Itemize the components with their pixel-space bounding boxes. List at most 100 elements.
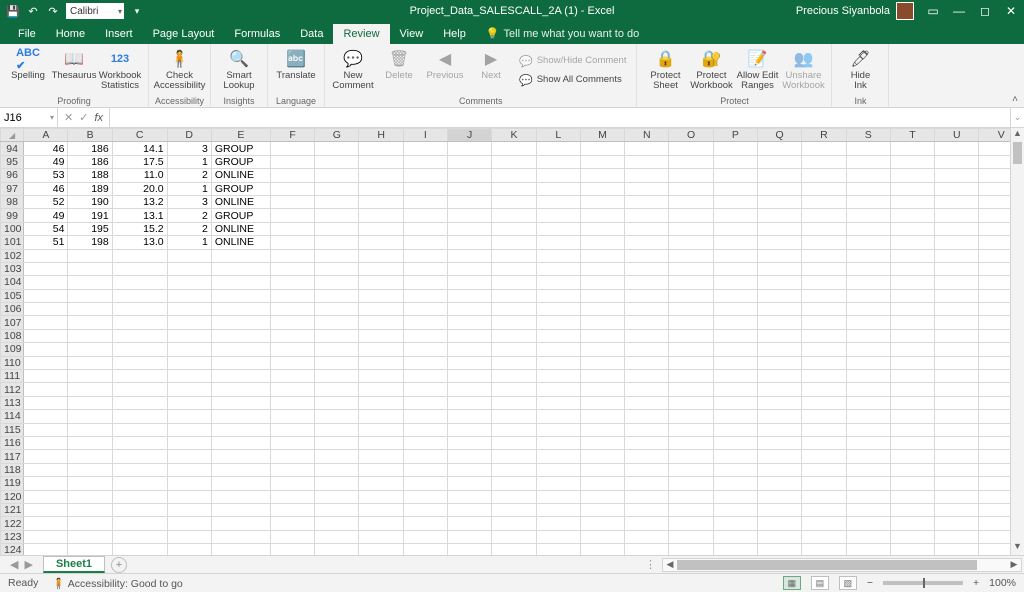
cell[interactable] bbox=[713, 396, 757, 409]
cell[interactable] bbox=[448, 303, 492, 316]
cell[interactable] bbox=[802, 155, 846, 168]
cell[interactable] bbox=[112, 410, 167, 423]
row-header[interactable]: 114 bbox=[1, 410, 24, 423]
cell[interactable] bbox=[580, 155, 624, 168]
cell[interactable] bbox=[68, 503, 112, 516]
cell[interactable] bbox=[802, 222, 846, 235]
cell[interactable] bbox=[713, 356, 757, 369]
cell[interactable]: ONLINE bbox=[211, 169, 270, 182]
cell[interactable]: 54 bbox=[24, 222, 68, 235]
cell[interactable] bbox=[890, 236, 934, 249]
cell[interactable] bbox=[68, 316, 112, 329]
cell[interactable] bbox=[403, 463, 447, 476]
cell[interactable] bbox=[713, 410, 757, 423]
cell[interactable]: 46 bbox=[24, 142, 68, 155]
cell[interactable] bbox=[713, 343, 757, 356]
cell[interactable] bbox=[580, 142, 624, 155]
cell[interactable]: 20.0 bbox=[112, 182, 167, 195]
cell[interactable] bbox=[211, 530, 270, 543]
cell[interactable] bbox=[536, 450, 580, 463]
tab-view[interactable]: View bbox=[390, 24, 434, 44]
cell[interactable] bbox=[846, 423, 890, 436]
cell[interactable] bbox=[24, 370, 68, 383]
cell[interactable] bbox=[24, 249, 68, 262]
cell[interactable] bbox=[403, 249, 447, 262]
cell[interactable] bbox=[713, 262, 757, 275]
cell[interactable] bbox=[315, 142, 359, 155]
row-header[interactable]: 104 bbox=[1, 276, 24, 289]
cell[interactable] bbox=[580, 316, 624, 329]
col-header-O[interactable]: O bbox=[669, 129, 713, 142]
cell[interactable] bbox=[24, 396, 68, 409]
cell[interactable] bbox=[270, 356, 314, 369]
cell[interactable] bbox=[359, 370, 403, 383]
cell[interactable] bbox=[167, 289, 211, 302]
cell[interactable] bbox=[625, 209, 669, 222]
cell[interactable] bbox=[403, 316, 447, 329]
cell[interactable] bbox=[24, 262, 68, 275]
cell[interactable] bbox=[935, 436, 979, 449]
translate-button[interactable]: 🔤Translate bbox=[274, 46, 318, 81]
cell[interactable] bbox=[24, 490, 68, 503]
cell[interactable] bbox=[315, 329, 359, 342]
cell[interactable] bbox=[758, 530, 802, 543]
cell[interactable] bbox=[580, 450, 624, 463]
scroll-down-icon[interactable]: ▼ bbox=[1011, 541, 1024, 555]
cell[interactable] bbox=[492, 276, 536, 289]
cell[interactable] bbox=[935, 249, 979, 262]
cell[interactable] bbox=[713, 209, 757, 222]
cell[interactable] bbox=[315, 249, 359, 262]
name-box[interactable]: J16 bbox=[0, 108, 58, 127]
cell[interactable] bbox=[359, 530, 403, 543]
cell[interactable]: 189 bbox=[68, 182, 112, 195]
cell[interactable] bbox=[580, 329, 624, 342]
cell[interactable] bbox=[270, 450, 314, 463]
cell[interactable] bbox=[403, 490, 447, 503]
cell[interactable] bbox=[580, 530, 624, 543]
cell[interactable] bbox=[669, 370, 713, 383]
cell[interactable] bbox=[758, 276, 802, 289]
cell[interactable] bbox=[935, 289, 979, 302]
cell[interactable] bbox=[448, 544, 492, 555]
col-header-H[interactable]: H bbox=[359, 129, 403, 142]
cell[interactable] bbox=[211, 276, 270, 289]
cell[interactable] bbox=[669, 517, 713, 530]
cell[interactable] bbox=[669, 236, 713, 249]
cell[interactable] bbox=[359, 182, 403, 195]
expand-formula-bar-icon[interactable]: ⌄ bbox=[1010, 108, 1024, 127]
cell[interactable] bbox=[315, 209, 359, 222]
cell[interactable] bbox=[846, 209, 890, 222]
cell[interactable] bbox=[112, 490, 167, 503]
cell[interactable] bbox=[713, 477, 757, 490]
cell[interactable]: 186 bbox=[68, 155, 112, 168]
cell[interactable] bbox=[315, 316, 359, 329]
cell[interactable] bbox=[536, 155, 580, 168]
cell[interactable] bbox=[890, 276, 934, 289]
cell[interactable] bbox=[890, 544, 934, 555]
cell[interactable] bbox=[492, 169, 536, 182]
cell[interactable] bbox=[492, 249, 536, 262]
cell[interactable] bbox=[625, 490, 669, 503]
cell[interactable] bbox=[580, 169, 624, 182]
cell[interactable] bbox=[24, 383, 68, 396]
cell[interactable] bbox=[315, 262, 359, 275]
cell[interactable] bbox=[112, 423, 167, 436]
cell[interactable] bbox=[846, 316, 890, 329]
cell[interactable]: 15.2 bbox=[112, 222, 167, 235]
cell[interactable] bbox=[802, 477, 846, 490]
cell[interactable] bbox=[669, 477, 713, 490]
cell[interactable] bbox=[24, 463, 68, 476]
cell[interactable] bbox=[359, 356, 403, 369]
cell[interactable] bbox=[846, 195, 890, 208]
cell[interactable] bbox=[846, 222, 890, 235]
showall-comments-button[interactable]: 💬Show All Comments bbox=[515, 71, 630, 89]
maximize-icon[interactable]: ◻ bbox=[978, 4, 992, 18]
cell[interactable] bbox=[448, 249, 492, 262]
row-header[interactable]: 123 bbox=[1, 530, 24, 543]
cell[interactable] bbox=[669, 289, 713, 302]
cell[interactable] bbox=[758, 477, 802, 490]
cell[interactable] bbox=[315, 383, 359, 396]
cell[interactable]: 3 bbox=[167, 142, 211, 155]
cell[interactable]: 53 bbox=[24, 169, 68, 182]
cell[interactable] bbox=[112, 276, 167, 289]
